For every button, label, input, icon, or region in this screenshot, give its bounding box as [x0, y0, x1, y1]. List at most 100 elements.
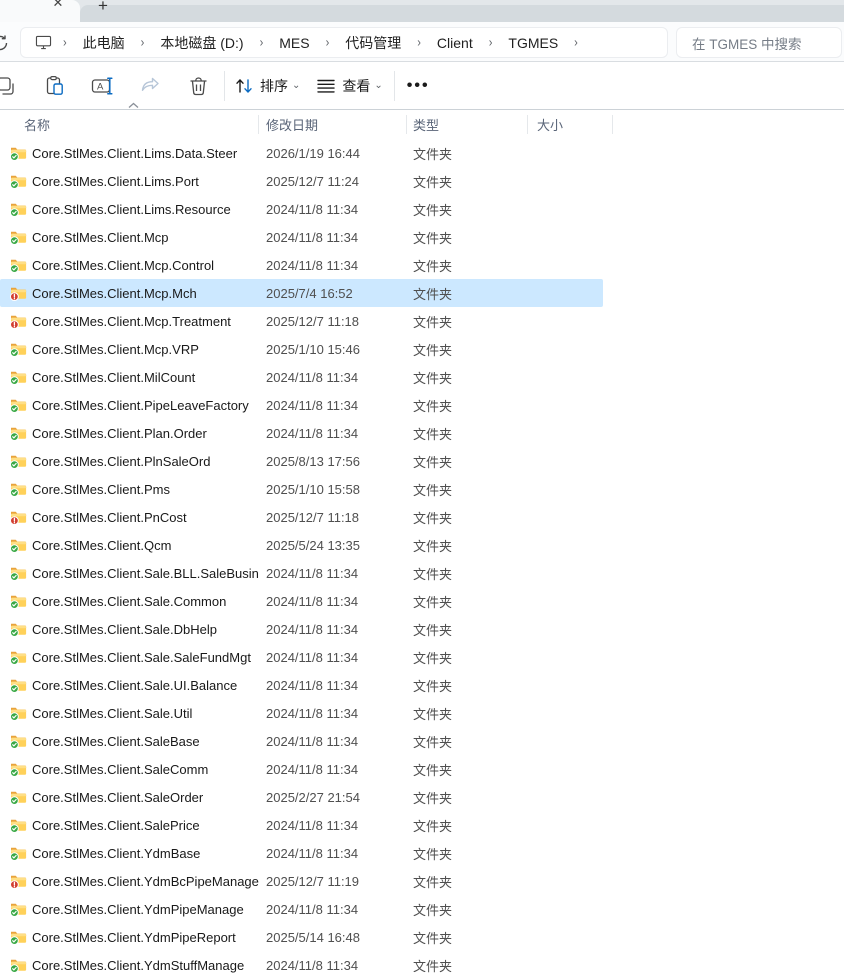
table-row[interactable]: Core.StlMes.Client.PipeLeaveFactory 2024… — [0, 391, 603, 419]
refresh-icon[interactable] — [0, 34, 9, 52]
table-row[interactable]: Core.StlMes.Client.Sale.SaleFundMgt 2024… — [0, 643, 603, 671]
file-name: Core.StlMes.Client.PlnSaleOrd — [32, 454, 210, 469]
column-header-type[interactable]: 类型 — [407, 110, 528, 139]
file-date-modified: 2024/11/8 11:34 — [259, 734, 407, 749]
folder-icon — [10, 901, 27, 917]
breadcrumb-item-drive-d[interactable]: 本地磁盘 (D:) — [151, 29, 252, 57]
file-name: Core.StlMes.Client.Lims.Data.Steer — [32, 146, 237, 161]
folder-icon — [10, 677, 27, 693]
breadcrumb-item-mes[interactable]: MES — [270, 31, 318, 55]
file-type: 文件夹 — [407, 172, 528, 191]
folder-icon — [10, 145, 27, 161]
table-row[interactable]: Core.StlMes.Client.Mcp.Control 2024/11/8… — [0, 251, 603, 279]
table-row[interactable]: Core.StlMes.Client.Qcm 2025/5/24 13:35 文… — [0, 531, 603, 559]
file-type: 文件夹 — [407, 844, 528, 863]
table-row[interactable]: Core.StlMes.Client.SaleOrder 2025/2/27 2… — [0, 783, 603, 811]
file-type: 文件夹 — [407, 228, 528, 247]
table-row[interactable]: Core.StlMes.Client.YdmPipeReport 2025/5/… — [0, 923, 603, 951]
table-row[interactable]: Core.StlMes.Client.YdmBase 2024/11/8 11:… — [0, 839, 603, 867]
table-row[interactable]: Core.StlMes.Client.PnCost 2025/12/7 11:1… — [0, 503, 603, 531]
file-date-modified: 2025/12/7 11:18 — [259, 314, 407, 329]
toolbar-divider — [224, 71, 225, 101]
folder-icon — [10, 593, 27, 609]
file-date-modified: 2024/11/8 11:34 — [259, 902, 407, 917]
search-input[interactable]: 在 TGMES 中搜索 — [676, 27, 842, 58]
file-name: Core.StlMes.Client.Sale.UI.Balance — [32, 678, 237, 693]
file-name: Core.StlMes.Client.Qcm — [32, 538, 171, 553]
delete-button[interactable] — [181, 69, 215, 103]
copy-icon — [0, 76, 16, 96]
rename-button[interactable]: A — [85, 69, 119, 103]
more-options-button[interactable]: ••• — [407, 77, 430, 95]
table-row[interactable]: Core.StlMes.Client.Mcp.VRP 2025/1/10 15:… — [0, 335, 603, 363]
table-row[interactable]: Core.StlMes.Client.Lims.Resource 2024/11… — [0, 195, 603, 223]
file-name: Core.StlMes.Client.YdmStuffManage — [32, 958, 244, 973]
file-name: Core.StlMes.Client.YdmBcPipeManage — [32, 874, 259, 889]
table-row[interactable]: Core.StlMes.Client.Plan.Order 2024/11/8 … — [0, 419, 603, 447]
file-date-modified: 2024/11/8 11:34 — [259, 258, 407, 273]
table-row[interactable]: Core.StlMes.Client.Sale.BLL.SaleBusin...… — [0, 559, 603, 587]
file-date-modified: 2025/12/7 11:18 — [259, 510, 407, 525]
file-date-modified: 2025/5/24 13:35 — [259, 538, 407, 553]
table-row[interactable]: Core.StlMes.Client.YdmStuffManage 2024/1… — [0, 951, 603, 979]
rename-icon: A — [91, 76, 113, 96]
file-name: Core.StlMes.Client.Sale.SaleFundMgt — [32, 650, 251, 665]
table-row[interactable]: Core.StlMes.Client.Pms 2025/1/10 15:58 文… — [0, 475, 603, 503]
breadcrumb-item-tgmes[interactable]: TGMES — [499, 31, 567, 55]
file-date-modified: 2025/8/13 17:56 — [259, 454, 407, 469]
table-row[interactable]: Core.StlMes.Client.SaleBase 2024/11/8 11… — [0, 727, 603, 755]
table-row[interactable]: Core.StlMes.Client.MilCount 2024/11/8 11… — [0, 363, 603, 391]
file-name: Core.StlMes.Client.Mcp.Treatment — [32, 314, 231, 329]
close-tab-icon[interactable]: ✕ — [48, 0, 68, 13]
folder-icon — [10, 789, 27, 805]
breadcrumb-item-client[interactable]: Client — [428, 31, 482, 55]
table-row[interactable]: Core.StlMes.Client.Sale.UI.Balance 2024/… — [0, 671, 603, 699]
file-name: Core.StlMes.Client.Plan.Order — [32, 426, 207, 441]
table-row[interactable]: Core.StlMes.Client.Mcp.Treatment 2025/12… — [0, 307, 603, 335]
table-row[interactable]: Core.StlMes.Client.SaleComm 2024/11/8 11… — [0, 755, 603, 783]
table-row[interactable]: Core.StlMes.Client.Sale.DbHelp 2024/11/8… — [0, 615, 603, 643]
table-row[interactable]: Core.StlMes.Client.Sale.Util 2024/11/8 1… — [0, 699, 603, 727]
active-tab[interactable]: ✕ — [0, 0, 80, 22]
address-bar[interactable]: › 此电脑 › 本地磁盘 (D:) › MES › 代码管理 › Client … — [20, 27, 668, 58]
file-type: 文件夹 — [407, 928, 528, 947]
table-row[interactable]: Core.StlMes.Client.PlnSaleOrd 2025/8/13 … — [0, 447, 603, 475]
file-type: 文件夹 — [407, 788, 528, 807]
file-name: Core.StlMes.Client.PnCost — [32, 510, 187, 525]
breadcrumb-item-this-pc[interactable]: 此电脑 — [74, 29, 134, 57]
view-button[interactable]: 查看 ⌄ — [316, 69, 384, 103]
copy-button[interactable] — [0, 69, 23, 103]
table-row[interactable]: Core.StlMes.Client.Mcp.Mch 2025/7/4 16:5… — [0, 279, 603, 307]
column-header-date-modified[interactable]: 修改日期 — [259, 110, 407, 139]
table-row[interactable]: Core.StlMes.Client.YdmPipeManage 2024/11… — [0, 895, 603, 923]
breadcrumb-item-code-mgmt[interactable]: 代码管理 — [336, 29, 410, 57]
command-toolbar: A 排序 ⌄ 查看 ⌄ ••• — [0, 62, 844, 110]
folder-icon — [10, 397, 27, 413]
column-header-name[interactable]: 名称 — [0, 110, 259, 139]
file-type: 文件夹 — [407, 256, 528, 275]
new-tab-button[interactable]: + — [90, 0, 116, 18]
file-type: 文件夹 — [407, 816, 528, 835]
sort-button[interactable]: 排序 ⌄ — [234, 69, 302, 103]
share-icon — [140, 76, 161, 95]
table-row[interactable]: Core.StlMes.Client.Sale.Common 2024/11/8… — [0, 587, 603, 615]
table-row[interactable]: Core.StlMes.Client.YdmBcPipeManage 2025/… — [0, 867, 603, 895]
file-date-modified: 2024/11/8 11:34 — [259, 846, 407, 861]
file-name: Core.StlMes.Client.Sale.Common — [32, 594, 226, 609]
paste-button[interactable] — [37, 69, 71, 103]
file-type: 文件夹 — [407, 564, 528, 583]
table-row[interactable]: Core.StlMes.Client.Mcp 2024/11/8 11:34 文… — [0, 223, 603, 251]
folder-icon — [10, 929, 27, 945]
file-date-modified: 2024/11/8 11:34 — [259, 818, 407, 833]
file-name: Core.StlMes.Client.YdmPipeReport — [32, 930, 236, 945]
share-button[interactable] — [133, 69, 167, 103]
file-date-modified: 2024/11/8 11:34 — [259, 398, 407, 413]
column-header-size[interactable]: 大小 — [528, 110, 613, 139]
folder-icon — [10, 257, 27, 273]
file-type: 文件夹 — [407, 340, 528, 359]
folder-icon — [10, 313, 27, 329]
table-row[interactable]: Core.StlMes.Client.SalePrice 2024/11/8 1… — [0, 811, 603, 839]
file-type: 文件夹 — [407, 732, 528, 751]
table-row[interactable]: Core.StlMes.Client.Lims.Port 2025/12/7 1… — [0, 167, 603, 195]
table-row[interactable]: Core.StlMes.Client.Lims.Data.Steer 2026/… — [0, 139, 603, 167]
